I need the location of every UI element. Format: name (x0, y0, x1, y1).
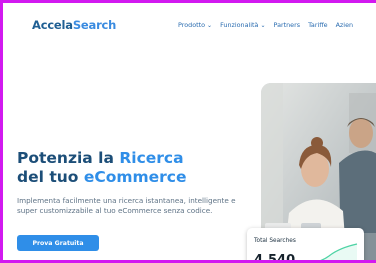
nav-item-funzionalita[interactable]: Funzionalità ⌄ (220, 21, 265, 29)
nav-item-label: Partners (273, 21, 301, 29)
accelasearch-logo[interactable]: AccelaSearch (32, 18, 116, 32)
nav-item-prodotto[interactable]: Prodotto ⌄ (178, 21, 212, 29)
nav-item-label: Prodotto (178, 21, 206, 29)
nav-item-label: Funzionalità (220, 21, 259, 29)
title-line1-highlight: Ricerca (119, 149, 184, 167)
nav-item-partners[interactable]: Partners (274, 21, 301, 29)
chevron-down-icon: ⌄ (207, 21, 213, 29)
trend-line-icon (320, 243, 358, 260)
free-trial-button[interactable]: Prova Gratuita (17, 235, 99, 251)
nav-item-label: Tariffe (308, 21, 328, 29)
title-line2-prefix: del tuo (17, 168, 84, 186)
site-header: AccelaSearch Prodotto ⌄ Funzionalità ⌄ P… (6, 6, 376, 44)
hero-title: Potenzia la Ricerca del tuo eCommerce (17, 149, 187, 187)
logo-main-text: Accela (32, 18, 73, 32)
page-frame: AccelaSearch Prodotto ⌄ Funzionalità ⌄ P… (0, 0, 376, 263)
logo-accent-text: Search (72, 18, 117, 32)
nav-item-label: Azien (335, 21, 354, 29)
nav-item-tariffe[interactable]: Tariffe (308, 21, 328, 29)
chevron-down-icon: ⌄ (260, 21, 266, 29)
card-label: Total Searches (254, 238, 296, 244)
card-value: 4,540 (254, 253, 296, 263)
nav-item-azienda[interactable]: Azien (336, 21, 353, 29)
total-searches-card: Total Searches 4,540 (247, 228, 364, 263)
hero-subtitle: Implementa facilmente una ricerca istant… (17, 196, 236, 215)
title-line1-prefix: Potenzia la (17, 149, 120, 167)
title-line2-highlight: eCommerce (83, 168, 187, 186)
main-nav: Prodotto ⌄ Funzionalità ⌄ Partners Tarif… (178, 21, 353, 29)
